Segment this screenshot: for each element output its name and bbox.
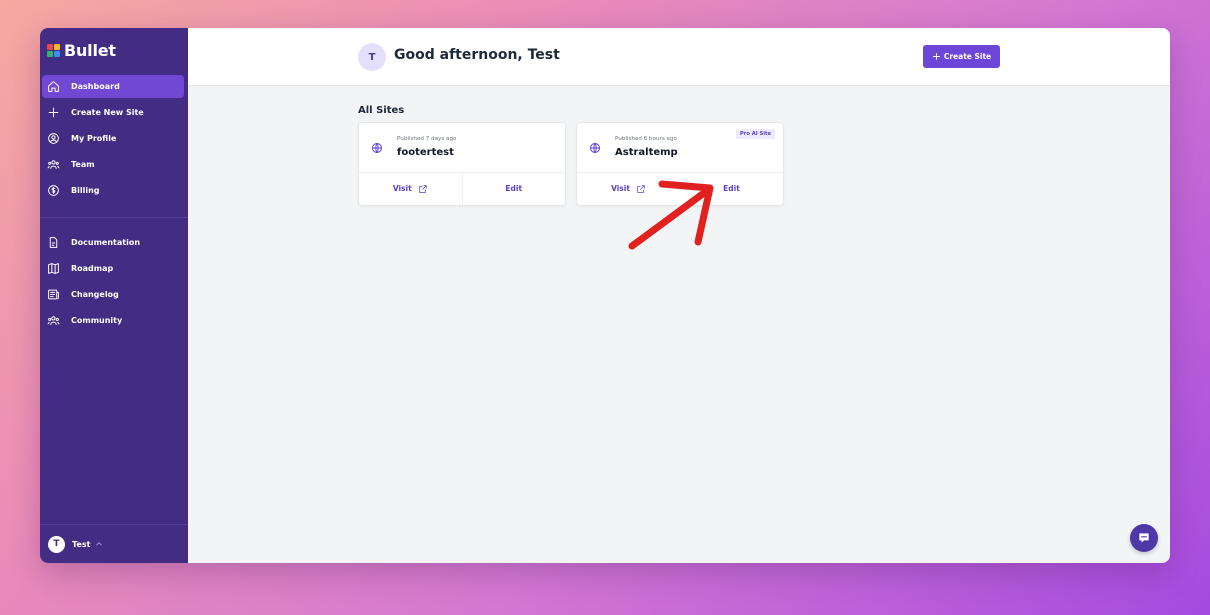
sidebar-item-changelog[interactable]: Changelog bbox=[42, 283, 184, 306]
edit-button[interactable]: Edit bbox=[461, 172, 566, 205]
external-link-icon bbox=[637, 184, 645, 193]
sidebar-item-create-new-site[interactable]: Create New Site bbox=[42, 101, 184, 124]
resources-nav: Documentation Roadmap Changelog Communit… bbox=[42, 231, 184, 335]
bullet-logo-icon bbox=[47, 44, 60, 57]
team-icon bbox=[47, 160, 60, 169]
sidebar-item-label: Dashboard bbox=[71, 82, 120, 91]
site-name: Astraltemp bbox=[615, 147, 678, 158]
sidebar-item-label: Community bbox=[71, 316, 123, 325]
newspaper-icon bbox=[48, 289, 59, 300]
visit-button[interactable]: Visit bbox=[359, 172, 462, 205]
site-card-header[interactable]: Published 7 days ago footertest bbox=[359, 123, 565, 173]
edit-label: Edit bbox=[723, 184, 740, 193]
published-time: Published 6 hours ago bbox=[615, 136, 677, 142]
globe-icon bbox=[372, 143, 382, 153]
create-site-label: Create Site bbox=[943, 52, 992, 61]
page-title: Good afternoon, Test bbox=[394, 47, 560, 63]
user-circle-icon bbox=[48, 133, 59, 144]
user-menu[interactable]: T Test bbox=[40, 524, 188, 563]
sidebar-item-documentation[interactable]: Documentation bbox=[42, 231, 184, 254]
sidebar-item-label: Documentation bbox=[71, 238, 141, 247]
external-link-icon bbox=[418, 184, 427, 193]
sidebar-item-roadmap[interactable]: Roadmap bbox=[42, 257, 184, 280]
sidebar: Bullet Dashboard Create New Site My Prof… bbox=[40, 28, 188, 563]
plus-icon bbox=[932, 53, 940, 60]
sidebar-item-team[interactable]: Team bbox=[42, 153, 184, 176]
sidebar-item-dashboard[interactable]: Dashboard bbox=[42, 75, 184, 98]
edit-label: Edit bbox=[505, 184, 523, 193]
chat-button[interactable] bbox=[1130, 524, 1158, 552]
plus-icon bbox=[48, 107, 59, 118]
sidebar-item-my-profile[interactable]: My Profile bbox=[42, 127, 184, 150]
user-name: Test bbox=[72, 539, 91, 549]
section-title: All Sites bbox=[358, 105, 405, 116]
sidebar-item-label: My Profile bbox=[71, 134, 117, 143]
sidebar-item-label: Roadmap bbox=[71, 264, 114, 273]
create-site-button[interactable]: Create Site bbox=[923, 45, 1000, 68]
site-card-actions: Visit Edit bbox=[577, 172, 783, 205]
community-icon bbox=[47, 316, 60, 325]
document-icon bbox=[49, 237, 58, 248]
home-icon bbox=[48, 81, 59, 92]
avatar: T bbox=[48, 535, 65, 553]
site-name: footertest bbox=[397, 147, 454, 158]
sidebar-item-label: Create New Site bbox=[71, 108, 144, 117]
chevron-up-icon bbox=[96, 542, 103, 546]
sidebar-item-label: Changelog bbox=[71, 290, 119, 299]
published-time: Published 7 days ago bbox=[397, 136, 457, 142]
pro-ai-badge: Pro AI Site bbox=[736, 129, 775, 139]
main-nav: Dashboard Create New Site My Profile Tea… bbox=[42, 75, 184, 205]
sidebar-divider bbox=[40, 217, 188, 218]
site-card: Published 7 days ago footertest Visit Ed… bbox=[358, 122, 566, 206]
visit-label: Visit bbox=[611, 184, 630, 193]
app-window: Bullet Dashboard Create New Site My Prof… bbox=[40, 28, 1170, 563]
globe-icon bbox=[590, 143, 600, 153]
brand-name: Bullet bbox=[64, 41, 116, 60]
site-card-actions: Visit Edit bbox=[359, 172, 565, 205]
visit-label: Visit bbox=[392, 184, 412, 193]
dollar-icon bbox=[48, 185, 59, 196]
sidebar-item-label: Team bbox=[71, 160, 95, 169]
top-header: T Good afternoon, Test Create Site bbox=[188, 28, 1170, 86]
header-avatar: T bbox=[358, 43, 386, 71]
edit-button[interactable]: Edit bbox=[680, 172, 783, 205]
sidebar-item-billing[interactable]: Billing bbox=[42, 179, 184, 202]
site-card-header[interactable]: Published 6 hours ago Astraltemp Pro AI … bbox=[577, 123, 783, 173]
site-card: Published 6 hours ago Astraltemp Pro AI … bbox=[576, 122, 784, 206]
sidebar-item-community[interactable]: Community bbox=[42, 309, 184, 332]
background-frame: Bullet Dashboard Create New Site My Prof… bbox=[0, 0, 1210, 615]
chat-icon bbox=[1139, 533, 1149, 543]
map-icon bbox=[48, 263, 59, 274]
brand-logo[interactable]: Bullet bbox=[47, 41, 116, 60]
visit-button[interactable]: Visit bbox=[577, 172, 680, 205]
sidebar-item-label: Billing bbox=[71, 186, 100, 195]
